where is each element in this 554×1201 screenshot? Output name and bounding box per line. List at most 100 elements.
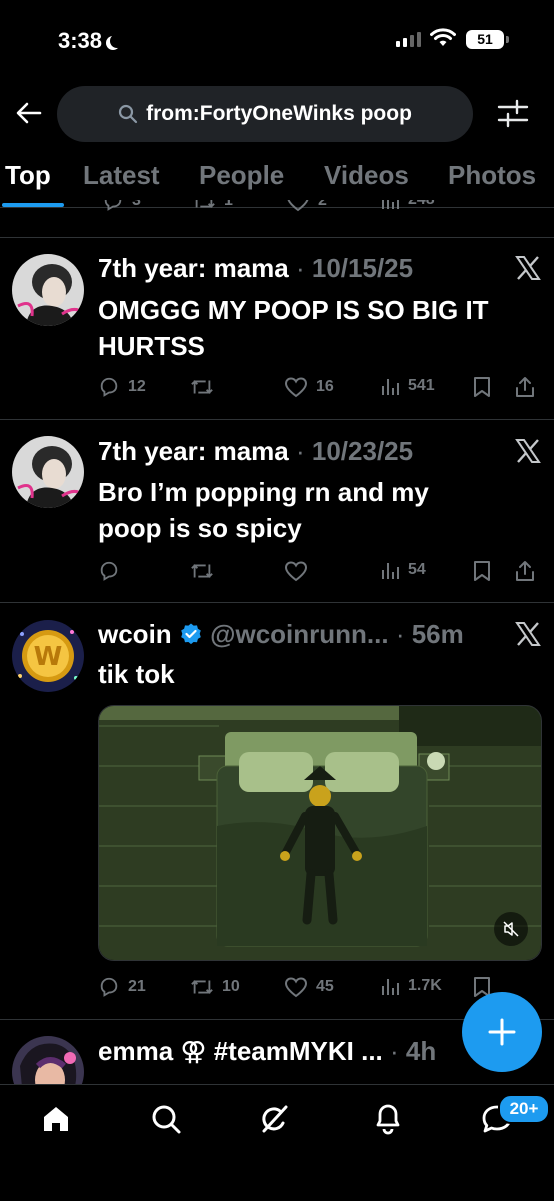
reply-count: 12 [128,378,146,395]
separator-dot: · [288,436,312,466]
tweet-actions: 54 [98,560,538,586]
like-icon [284,977,308,998]
repost-button[interactable] [190,560,222,582]
svg-text:W: W [34,642,63,672]
repost-button[interactable] [190,376,222,398]
share-button[interactable] [514,560,536,582]
avatar[interactable] [12,436,84,508]
battery-indicator: 51 [466,30,504,49]
reply-count: 21 [128,978,146,995]
tab-videos[interactable]: Videos [324,160,409,191]
like-count: 16 [316,378,334,395]
tweet-header: wcoin @wcoinrunn... · 56m [98,619,464,650]
reply-icon [100,561,118,581]
tweet-actions: 21 10 45 1.7K [98,976,538,1002]
tab-people[interactable]: People [199,160,284,191]
moon-icon [110,34,124,48]
mute-icon [503,921,519,937]
cellular-signal-icon [396,32,421,47]
like-icon [284,377,308,398]
author-handle[interactable]: @wcoinrunn... [210,619,388,649]
tweet-divider [0,602,554,603]
share-button[interactable] [514,376,536,398]
author-name[interactable]: 7th year: mama [98,253,289,283]
like-icon[interactable] [286,200,310,212]
x-logo-icon[interactable] [514,254,542,282]
views-icon [382,379,399,395]
compose-plus-icon [488,1018,516,1046]
views-icon[interactable] [380,200,400,210]
author-name[interactable]: wcoin [98,619,172,649]
compose-button[interactable] [462,992,542,1072]
author-name[interactable]: 7th year: mama [98,436,289,466]
verified-badge-icon [181,623,201,645]
tweet-text: OMGGG MY POOP IS SO BIG IT HURTSS [98,295,489,361]
avatar[interactable] [12,254,84,326]
search-query-text: from:FortyOneWinks poop [146,102,412,125]
reply-button[interactable]: 12 [98,376,146,398]
share-icon [516,561,534,581]
tweet-date[interactable]: 10/23/25 [312,436,413,466]
author-name[interactable]: emma ⚢ #teamMYKI ... [98,1036,383,1066]
like-button[interactable] [284,560,316,582]
repost-icon[interactable] [192,200,216,212]
tweet-divider [0,237,554,238]
reply-button[interactable]: 21 [98,976,146,998]
notifications-icon[interactable] [372,1101,404,1135]
repost-icon [191,380,213,394]
battery-cap [506,36,509,43]
views-button[interactable]: 541 [380,376,435,396]
bottom-navigation [0,1084,554,1201]
bookmark-button[interactable] [472,376,492,398]
tweet-text: tik tok [98,659,175,689]
mute-toggle-button[interactable] [494,912,528,946]
repost-count: 1 [224,200,233,209]
tweet-date[interactable]: 56m [412,619,464,649]
tweet-date[interactable]: 4h [406,1036,436,1066]
wifi-icon [430,28,456,46]
tab-photos[interactable]: Photos [448,160,536,191]
explore-icon[interactable] [150,1103,182,1135]
x-logo-icon[interactable] [514,620,542,648]
separator-dot: · [388,619,412,649]
tweet-actions: 12 16 541 [98,376,538,402]
tweet-text: Bro I’m popping rn and my poop is so spi… [98,477,429,543]
tweet-date[interactable]: 10/15/25 [312,253,413,283]
bookmark-button[interactable] [472,560,492,582]
repost-button[interactable]: 10 [190,976,240,998]
partial-tweet-actions: 3 1 2 248 [100,200,540,216]
reply-icon[interactable] [102,200,124,212]
tab-top[interactable]: Top [5,160,51,191]
tab-latest[interactable]: Latest [83,160,160,191]
like-count: 2 [318,200,327,209]
x-logo-icon[interactable] [514,437,542,465]
reply-button[interactable] [98,560,128,582]
separator-dot: · [288,253,312,283]
video-thumbnail[interactable] [98,705,542,961]
back-arrow-icon[interactable] [14,98,44,128]
tab-bar: Top Latest People Videos Photos [0,158,554,206]
views-button[interactable]: 1.7K [380,976,442,996]
reply-count: 3 [132,200,141,209]
like-count: 45 [316,978,334,995]
reply-icon [100,977,118,997]
views-button[interactable]: 54 [380,560,426,580]
like-button[interactable]: 16 [284,376,334,398]
bookmark-icon [474,561,490,581]
repost-icon [191,980,213,994]
tweet-header: 7th year: mama · 10/23/25 [98,436,413,467]
home-icon[interactable] [40,1103,72,1135]
grok-icon[interactable] [258,1103,290,1135]
tweet-header: 7th year: mama · 10/15/25 [98,253,413,284]
filter-sliders-icon[interactable] [496,98,530,130]
view-count: 541 [408,377,435,394]
separator-dot: · [382,1036,406,1066]
avatar[interactable]: W [12,620,84,692]
like-button[interactable]: 45 [284,976,334,998]
view-count: 1.7K [408,977,442,994]
view-count: 248 [408,200,435,209]
views-icon [382,563,399,579]
repost-count: 10 [222,978,240,995]
search-input[interactable]: from:FortyOneWinks poop [57,86,473,142]
share-icon [516,377,534,397]
